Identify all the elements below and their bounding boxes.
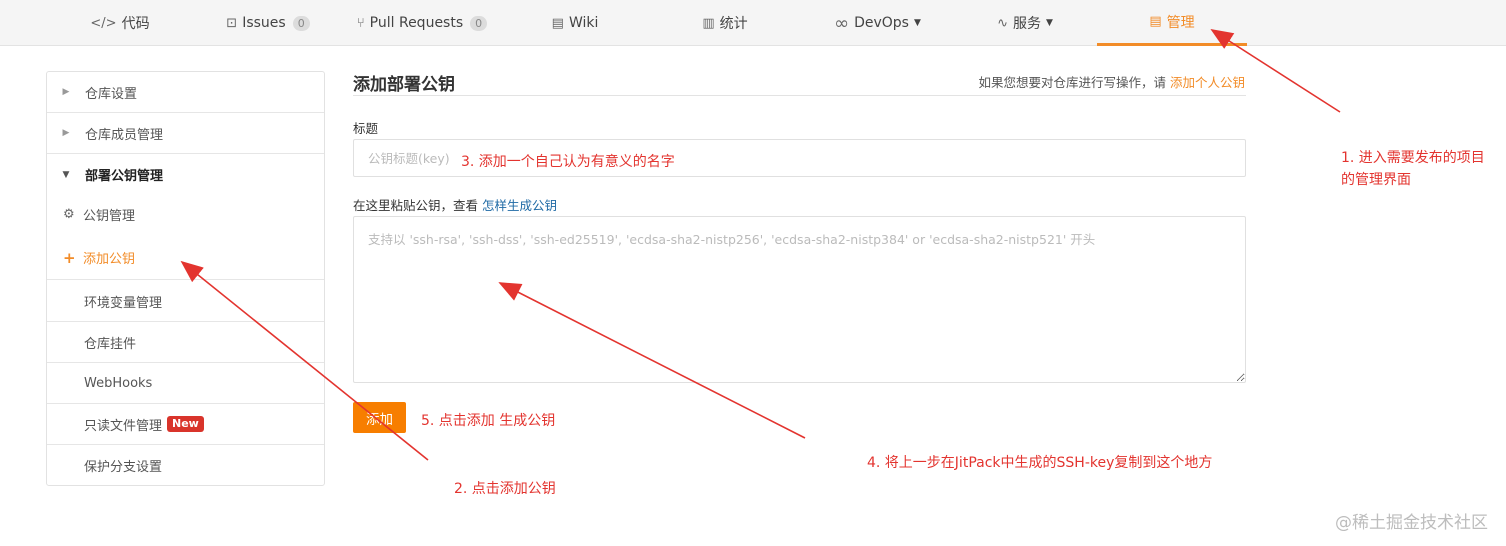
infinity-icon: ∞ [834, 12, 850, 34]
add-personal-key-link[interactable]: 添加个人公钥 [1170, 75, 1245, 90]
sidebar-item-webhooks[interactable]: WebHooks [47, 363, 324, 404]
sidebar-item-label: 仓库设置 [85, 86, 138, 102]
sidebar-item-label: 保护分支设置 [84, 460, 163, 475]
sidebar-item-label: 部署公钥管理 [85, 169, 164, 184]
issues-icon: ⊡ [226, 15, 238, 31]
annotation-step2: 2. 点击添加公钥 [454, 481, 556, 497]
annotation-step1: 1. 进入需要发布的项目的管理界面 [1341, 150, 1485, 188]
sidebar-item-key-manage[interactable]: ⚙ 公钥管理 [47, 194, 324, 235]
tab-devops[interactable]: ∞ DevOps ▼ [820, 0, 935, 46]
add-key-button[interactable]: 添加 [353, 402, 406, 433]
key-field-label-text: 在这里粘贴公钥，查看 [353, 198, 479, 213]
new-badge: New [167, 416, 204, 432]
code-icon: </> [90, 15, 117, 31]
hint-text: 如果您想要对仓库进行写操作，请 [978, 75, 1166, 90]
tab-pull-requests[interactable]: ⑂ Pull Requests 0 [352, 0, 492, 46]
sidebar-item-label: 环境变量管理 [84, 295, 163, 311]
wiki-icon: ▤ [551, 15, 564, 31]
title-field-label: 标题 [353, 121, 379, 136]
tab-wiki-label: Wiki [568, 15, 599, 31]
tab-devops-label: DevOps [854, 15, 909, 31]
settings-sidebar: ▶ 仓库设置 ▶ 仓库成员管理 ▼ 部署公钥管理 ⚙ 公钥管理 + 添加公钥 环… [46, 71, 325, 486]
how-to-generate-key-link[interactable]: 怎样生成公钥 [482, 198, 557, 213]
sidebar-item-env-vars[interactable]: 环境变量管理 [47, 281, 324, 322]
annotation-step5: 5. 点击添加 生成公钥 [421, 413, 556, 429]
tab-services-label: 服务 [1012, 16, 1041, 32]
tab-code-label: 代码 [121, 16, 150, 32]
title-divider [353, 95, 1246, 96]
sidebar-item-branch-protect[interactable]: 保护分支设置 [47, 445, 324, 486]
pull-request-icon: ⑂ [356, 15, 365, 31]
manage-doc-icon: ▤ [1149, 14, 1162, 29]
plus-icon: + [63, 248, 76, 267]
tab-issues[interactable]: ⊡ Issues 0 [208, 0, 328, 46]
tab-wiki[interactable]: ▤ Wiki [530, 0, 620, 46]
tab-issues-label: Issues [242, 15, 286, 31]
sidebar-item-repo-widgets[interactable]: 仓库挂件 [47, 322, 324, 363]
caret-down-icon: ▼ [913, 18, 921, 28]
tab-services[interactable]: ∿ 服务 ▼ [975, 0, 1075, 46]
tab-stats-label: 统计 [719, 16, 748, 32]
page-title: 添加部署公钥 [353, 75, 455, 95]
tab-code[interactable]: </> 代码 [60, 0, 180, 46]
sidebar-item-label: 公钥管理 [83, 209, 136, 224]
personal-key-hint: 如果您想要对仓库进行写操作，请 添加个人公钥 [978, 72, 1245, 91]
sidebar-item-readonly-files[interactable]: 只读文件管理 New [47, 404, 324, 445]
public-key-textarea[interactable] [353, 216, 1246, 383]
sidebar-item-label: 只读文件管理 [84, 418, 163, 434]
bar-chart-icon: ▥ [702, 15, 715, 31]
tab-manage-label: 管理 [1166, 14, 1195, 31]
sidebar-item-deploy-keys[interactable]: ▼ 部署公钥管理 [47, 154, 324, 195]
issues-count-badge: 0 [292, 15, 310, 31]
tab-stats[interactable]: ▥ 统计 [680, 0, 770, 46]
caret-down-icon: ▼ [62, 169, 70, 180]
sidebar-item-label: WebHooks [84, 375, 153, 391]
sidebar-item-label: 仓库成员管理 [85, 127, 164, 143]
annotation-step4: 4. 将上一步在JitPack中生成的SSH-key复制到这个地方 [867, 455, 1213, 471]
caret-right-icon: ▶ [62, 128, 70, 138]
sidebar-item-add-key[interactable]: + 添加公钥 [47, 236, 324, 280]
watermark: @稀土掘金技术社区 [1335, 513, 1488, 533]
sidebar-item-label: 仓库挂件 [84, 336, 137, 352]
pull-requests-count-badge: 0 [470, 15, 488, 31]
caret-down-icon: ▼ [1045, 18, 1053, 28]
annotation-step3: 3. 添加一个自己认为有意义的名字 [461, 154, 675, 170]
tab-manage[interactable]: ▤ 管理 [1097, 0, 1247, 46]
sidebar-item-label: 添加公钥 [83, 252, 136, 267]
tab-pull-requests-label: Pull Requests [369, 15, 464, 31]
key-field-label: 在这里粘贴公钥，查看 怎样生成公钥 [353, 195, 557, 214]
sidebar-item-repo-settings[interactable]: ▶ 仓库设置 [47, 72, 324, 113]
caret-right-icon: ▶ [62, 87, 70, 97]
gear-icon: ⚙ [63, 207, 75, 222]
pulse-icon: ∿ [997, 15, 1008, 31]
sidebar-item-repo-members[interactable]: ▶ 仓库成员管理 [47, 113, 324, 154]
repo-nav-bar: </> 代码 ⊡ Issues 0 ⑂ Pull Requests 0 ▤ Wi… [0, 0, 1506, 46]
